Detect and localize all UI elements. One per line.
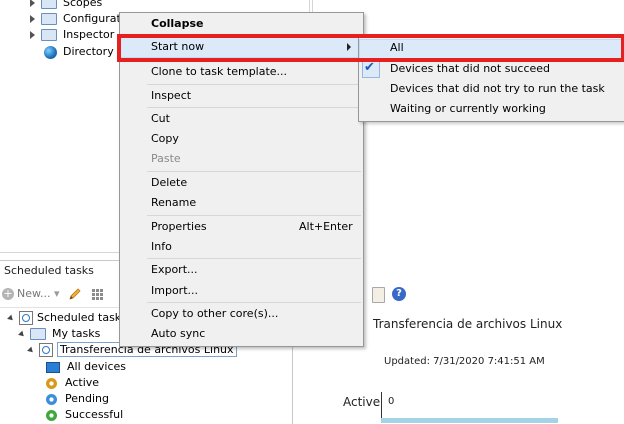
- tree-item-successful[interactable]: Successful: [46, 406, 123, 423]
- folder-icon: [41, 0, 57, 9]
- monitor-icon: [46, 361, 60, 373]
- tree-item-label: Pending: [65, 392, 109, 405]
- menu-separator: [147, 302, 361, 303]
- task-updated-time: Updated: 7/31/2020 7:41:51 AM: [384, 356, 545, 367]
- tree-item-inspector[interactable]: Inspector: [30, 27, 114, 43]
- menu-item-copy-to-other-core[interactable]: Copy to other core(s)...: [151, 304, 278, 324]
- task-icon: [39, 343, 53, 357]
- folder-icon: [41, 13, 57, 25]
- expand-arrow-icon[interactable]: [30, 15, 35, 23]
- submenu-item-not-try[interactable]: Devices that did not try to run the task: [390, 79, 605, 99]
- new-button-label: New...: [17, 287, 51, 300]
- chevron-down-icon: ▾: [53, 287, 60, 300]
- clipboard-icon[interactable]: [372, 287, 385, 303]
- collapse-arrow-icon[interactable]: [7, 314, 15, 322]
- grid-icon[interactable]: [92, 289, 104, 301]
- menu-item-import[interactable]: Import...: [151, 281, 198, 301]
- folder-icon: [30, 328, 46, 340]
- tree-item-scheduled-tasks[interactable]: Scheduled tasks: [7, 309, 127, 326]
- tree-item-label: Directory: [63, 45, 114, 58]
- tree-item-active[interactable]: Active: [46, 374, 99, 391]
- checkmark-icon: ✔: [364, 60, 375, 75]
- tree-item-my-tasks[interactable]: My tasks: [18, 325, 101, 342]
- tree-item-label: Successful: [65, 408, 124, 421]
- chart-active-label: Active: [343, 395, 381, 409]
- help-icon[interactable]: ?: [392, 287, 406, 301]
- submenu-item-not-succeed[interactable]: Devices that did not succeed: [390, 59, 550, 79]
- successful-gear-icon: [46, 409, 57, 421]
- tree-item-label: My tasks: [52, 327, 101, 340]
- tree-item-configuration[interactable]: Configurat: [30, 11, 121, 27]
- menu-item-properties[interactable]: Properties: [151, 217, 207, 237]
- tree-item-label: Inspector: [63, 28, 115, 41]
- active-gear-icon: [46, 377, 57, 389]
- collapse-arrow-icon[interactable]: [18, 330, 26, 338]
- menu-separator: [147, 107, 361, 108]
- plus-icon: +: [2, 287, 14, 300]
- submenu-item-waiting[interactable]: Waiting or currently working: [390, 99, 546, 119]
- menu-item-copy[interactable]: Copy: [151, 129, 179, 149]
- menu-item-collapse[interactable]: Collapse: [151, 14, 203, 34]
- menu-item-export[interactable]: Export...: [151, 260, 198, 280]
- menu-item-rename[interactable]: Rename: [151, 193, 196, 213]
- menu-item-delete[interactable]: Delete: [151, 173, 187, 193]
- new-button[interactable]: + New... ▾: [2, 287, 60, 300]
- tree-item-label: Configurat: [63, 12, 121, 25]
- menu-item-paste[interactable]: Paste: [151, 149, 181, 169]
- edit-icon[interactable]: [68, 287, 82, 301]
- expand-arrow-icon[interactable]: [30, 31, 35, 39]
- pending-gear-icon: [46, 393, 57, 405]
- tree-item-pending[interactable]: Pending: [46, 390, 109, 407]
- menu-item-info[interactable]: Info: [151, 237, 172, 257]
- scheduled-tasks-header: Scheduled tasks: [4, 264, 94, 277]
- tree-item-directory[interactable]: Directory: [44, 44, 114, 60]
- chart-active-bar: [381, 418, 558, 423]
- menu-separator: [147, 215, 361, 216]
- tree-item-scopes[interactable]: Scopes: [30, 0, 102, 11]
- expand-arrow-icon[interactable]: [30, 0, 35, 7]
- menu-separator: [147, 171, 361, 172]
- scheduled-tasks-icon: [19, 311, 33, 325]
- properties-shortcut: Alt+Enter: [299, 220, 353, 233]
- tree-item-all-devices[interactable]: All devices: [46, 358, 126, 375]
- folder-icon: [41, 29, 57, 41]
- menu-item-clone[interactable]: Clone to task template...: [151, 62, 287, 82]
- tree-item-label: Scopes: [63, 0, 103, 9]
- context-menu-gutter: [120, 13, 146, 344]
- menu-item-inspect[interactable]: Inspect: [151, 86, 191, 106]
- globe-icon: [44, 45, 57, 59]
- tree-item-label: All devices: [67, 360, 126, 373]
- collapse-arrow-icon[interactable]: [27, 346, 35, 354]
- tree-item-label: Active: [65, 376, 100, 389]
- tree-item-label: Scheduled tasks: [37, 311, 127, 324]
- menu-separator: [147, 84, 361, 85]
- annotation-highlight-box: [117, 34, 624, 62]
- chart-tick-zero: 0: [388, 396, 395, 407]
- menu-item-cut[interactable]: Cut: [151, 109, 170, 129]
- menu-item-auto-sync[interactable]: Auto sync: [151, 324, 205, 344]
- menu-separator: [147, 258, 361, 259]
- task-detail-title: Transferencia de archivos Linux: [373, 317, 563, 331]
